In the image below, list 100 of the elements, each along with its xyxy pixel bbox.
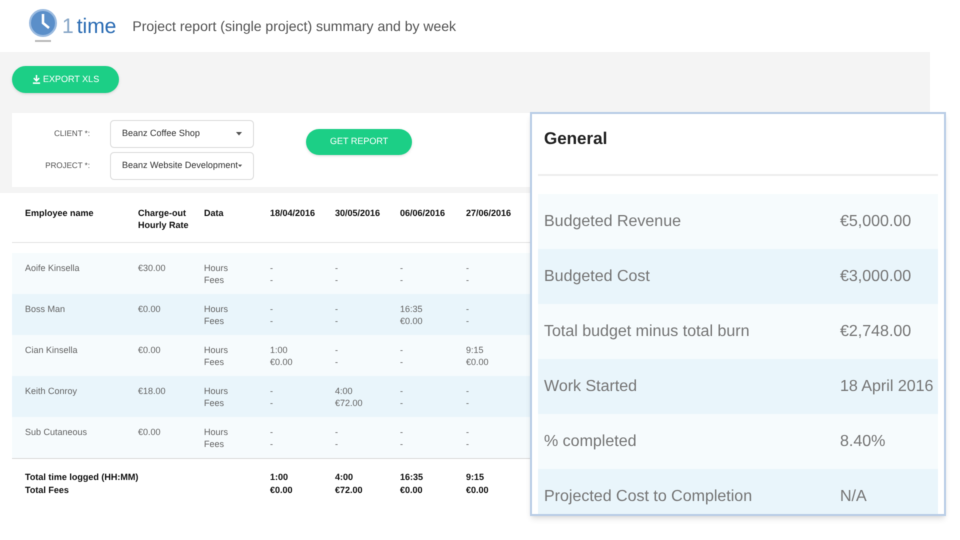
table-cell: - [270,262,273,274]
table-cell: €18.00 [138,386,166,396]
total-cell: 1:00 [270,471,288,484]
summary-label: Total budget minus total burn [544,322,750,342]
table-cell: - [335,426,338,438]
table-cell-text: Hours [204,426,230,438]
table-cell-text: Hours [204,303,230,315]
total-cell: 16:35 [400,471,424,484]
column-header: Charge-out Hourly Rate [138,207,190,231]
table-cell: €0.00 [270,356,293,368]
table-cell-text: Fees [204,397,226,409]
table-cell: - [335,303,338,315]
summary-label: Projected Cost to Completion [544,486,754,506]
table-cell: - [466,274,469,286]
table-cell: - [335,344,338,356]
table-cell-text: Fees [204,315,226,327]
table-cell: - [270,426,273,438]
table-cell: €72.00 [335,397,363,409]
table-cell: - [466,426,469,438]
table-cell: €0.00 [400,315,423,327]
table-cell: - [270,303,273,315]
column-header: Employee name [25,208,94,218]
field-label: PROJECT *: [44,160,90,172]
total-label: Total Fees [25,484,69,497]
page-title: Project report (single project) summary and by week [132,16,456,36]
total-cell: €72.00 [335,484,363,497]
table-cell: 16:35 [400,303,423,315]
table-cell: - [400,344,403,356]
table-cell: - [335,315,338,327]
table-cell: - [400,426,403,438]
table-cell: - [466,438,469,450]
table-cell-text: Fees [204,274,226,286]
table-cell: - [466,303,469,315]
table-cell-text: Fees [204,356,226,368]
logo-text: 1time [62,16,116,36]
table-cell: Sub Cutaneous [25,427,88,437]
select-field[interactable]: Beanz Coffee Shop [110,120,254,148]
clock-logo-icon [28,8,58,44]
summary-value: 18 April 2016 [840,376,934,396]
column-header: Data [204,208,224,218]
total-cell: €0.00 [400,484,423,497]
table-cell: - [400,385,403,397]
table-cell: - [400,356,403,368]
summary-label: % completed [544,432,638,452]
table-cell: - [466,315,469,327]
table-cell: - [400,262,403,274]
table-cell: 1:00 [270,344,288,356]
panel-title: General [544,129,608,148]
caret-icon [236,132,242,136]
summary-label: Budgeted Revenue [544,212,682,232]
table-cell: €30.00 [138,263,166,273]
table-cell: - [270,397,273,409]
table-cell: - [335,274,338,286]
select-field[interactable]: Beanz Website Development [110,152,254,180]
table-cell: €0.00 [138,427,161,437]
table-cell: €0.00 [466,356,489,368]
table-cell: €0.00 [138,345,161,355]
table-cell-text: Hours [204,385,230,397]
table-cell: - [400,397,403,409]
table-cell-text: Hours [204,344,230,356]
table-cell: - [270,438,273,450]
total-cell: 4:00 [335,471,354,484]
download-icon [32,75,41,84]
summary-label: Work Started [544,376,638,396]
table-cell: Cian Kinsella [25,345,78,355]
table-cell: - [335,356,338,368]
total-cell: €0.00 [270,484,293,497]
summary-value: 8.40% [840,432,886,452]
table-cell: Boss Man [25,304,66,314]
column-header: 30/05/2016 [335,208,380,218]
table-cell: Keith Conroy [25,386,78,396]
table-cell: 9:15 [466,344,484,356]
column-header: 18/04/2016 [270,208,316,218]
total-cell: €0.00 [466,484,489,497]
table-cell: - [400,438,403,450]
field-label: CLIENT *: [53,128,90,140]
table-cell: - [335,438,338,450]
table-cell: - [466,397,469,409]
table-cell: - [270,274,273,286]
summary-value: N/A [840,486,867,506]
table-cell: - [270,315,273,327]
table-cell-text: Hours [204,262,230,274]
table-cell: - [335,262,338,274]
total-label: Total time logged (HH:MM) [25,471,138,484]
summary-value: €3,000.00 [840,266,912,286]
summary-label: Budgeted Cost [544,266,651,286]
column-header: 06/06/2016 [400,208,446,218]
caret-icon [238,164,242,168]
table-cell: Aoife Kinsella [25,263,80,273]
summary-value: €5,000.00 [840,212,912,232]
total-cell: 9:15 [466,471,484,484]
table-cell: €0.00 [138,304,161,314]
table-cell: - [466,385,469,397]
column-header: 27/06/2016 [466,208,512,218]
table-cell: - [466,262,469,274]
summary-value: €2,748.00 [840,322,912,342]
table-cell: - [400,274,403,286]
table-cell: 4:00 [335,385,353,397]
table-cell-text: Fees [204,438,226,450]
table-cell: - [270,385,273,397]
